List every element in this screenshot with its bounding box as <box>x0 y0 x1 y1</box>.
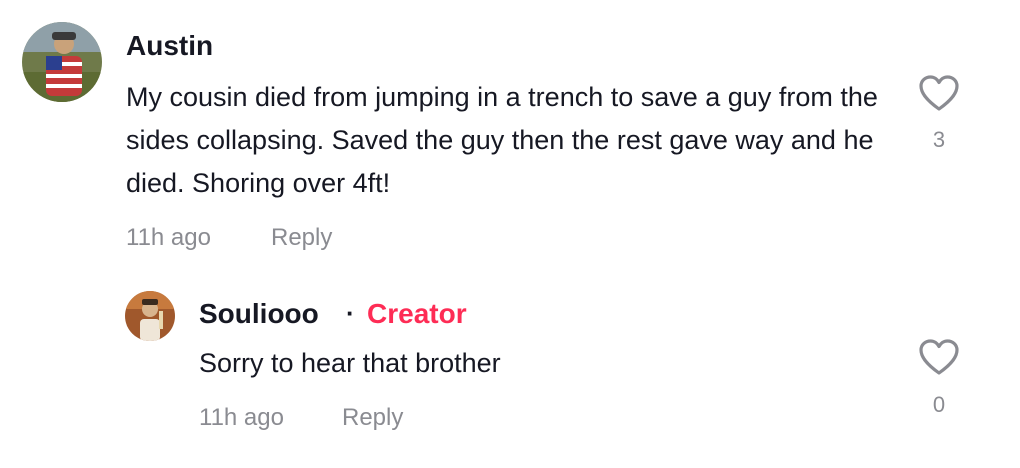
reply-timestamp: 11h ago <box>199 404 284 431</box>
separator-dot: · <box>346 298 355 328</box>
like-count: 3 <box>932 127 946 152</box>
avatar[interactable] <box>125 291 175 341</box>
comment-text: My cousin died from jumping in a trench … <box>126 82 878 198</box>
reply-text: Sorry to hear that brother <box>199 348 501 378</box>
like-button[interactable] <box>917 336 961 380</box>
avatar[interactable] <box>22 22 102 102</box>
reply-button[interactable]: Reply <box>271 224 332 252</box>
creator-badge: Creator <box>367 298 467 329</box>
avatar-image <box>125 291 175 341</box>
comment-username[interactable]: Austin <box>126 30 213 62</box>
reply-username[interactable]: Souliooo <box>199 298 319 330</box>
like-button[interactable] <box>917 72 961 116</box>
reply-button[interactable]: Reply <box>342 404 403 432</box>
like-count: 0 <box>932 392 946 417</box>
avatar-image <box>22 22 102 102</box>
heart-outline-icon <box>919 75 959 111</box>
comment-timestamp: 11h ago <box>126 224 211 251</box>
heart-outline-icon <box>919 339 959 375</box>
